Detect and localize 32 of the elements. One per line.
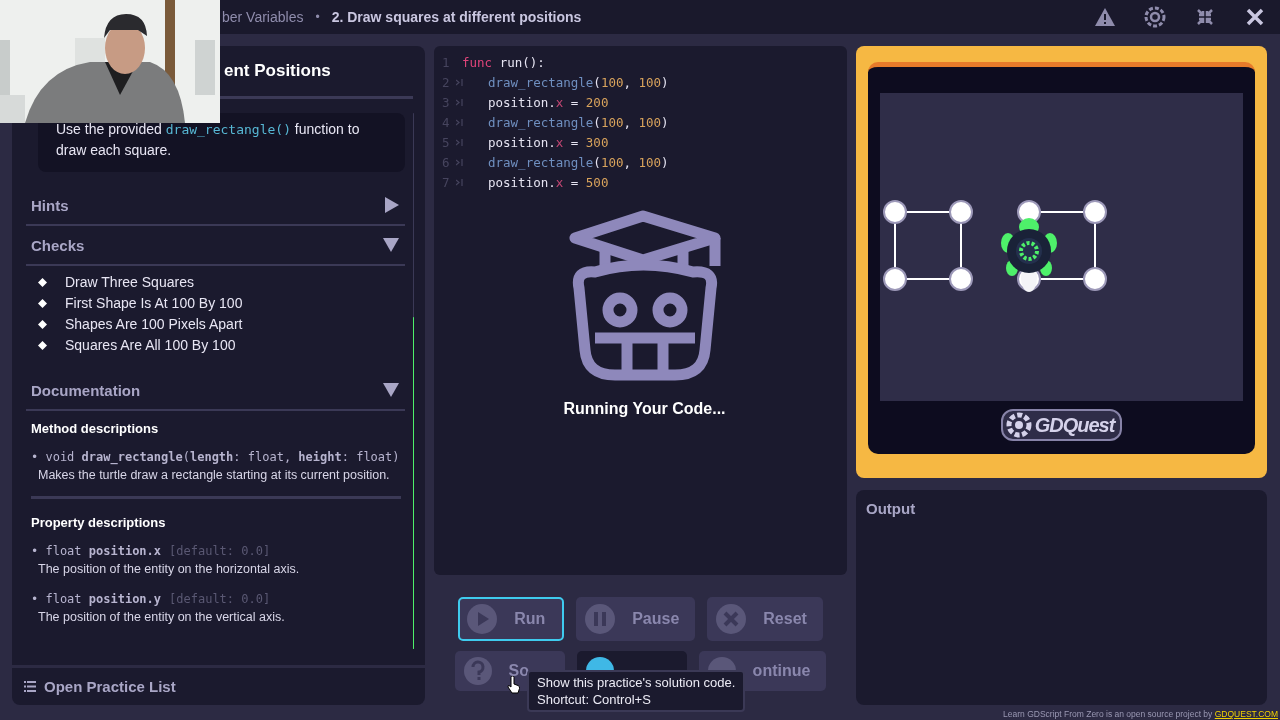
- property-signature: • float position.x: [31, 544, 162, 558]
- code-line: draw_rectangle(100, 100): [488, 114, 669, 130]
- gdquest-logo: GDQuest: [1000, 409, 1123, 441]
- running-status: Running Your Code...: [563, 400, 726, 418]
- property-default: [default: 0.0]: [169, 544, 271, 558]
- code-line: draw_rectangle(100, 100): [488, 74, 669, 90]
- code-line: position.x = 300: [488, 134, 609, 150]
- code-line: draw_rectangle(100, 100): [488, 154, 669, 170]
- breadcrumb-separator: •: [315, 10, 320, 24]
- output-title: Output: [866, 500, 917, 517]
- method-signature: • void draw_rectangle(length: float, height: float): [30, 449, 401, 464]
- check-item: Squares Are All 100 By 100: [65, 337, 236, 353]
- section-title: Checks: [31, 236, 85, 254]
- code-line: func run():: [462, 54, 545, 70]
- instructions-text: Use the provided draw_rectangle() function to draw each square.: [38, 113, 405, 172]
- code-line: position.x = 200: [488, 94, 609, 110]
- property-heading: Property descriptions: [30, 514, 167, 532]
- lesson-title: ent Positions: [224, 61, 331, 81]
- check-item: First Shape Is At 100 By 100: [65, 295, 243, 311]
- tooltip-text: Shortcut: Control+S: [537, 692, 652, 707]
- credit-text: Learn GDScript From Zero is an open source project by GDQUEST.COM: [1003, 709, 1278, 719]
- property-signature: • float position.y: [31, 592, 162, 606]
- code-line: position.x = 500: [488, 174, 609, 190]
- property-description: The position of the entity on the vertical axis.: [37, 609, 286, 626]
- method-description: Makes the turtle draw a rectangle starting at its current position.: [37, 467, 391, 484]
- check-item: Draw Three Squares: [65, 274, 194, 290]
- check-item: Shapes Are 100 Pixels Apart: [65, 316, 243, 332]
- section-title: Documentation: [31, 381, 141, 399]
- property-description: The position of the entity on the horizontal axis.: [37, 561, 301, 578]
- method-heading: Method descriptions: [30, 420, 160, 438]
- section-title: Hints: [31, 196, 69, 214]
- property-default: [default: 0.0]: [169, 592, 271, 606]
